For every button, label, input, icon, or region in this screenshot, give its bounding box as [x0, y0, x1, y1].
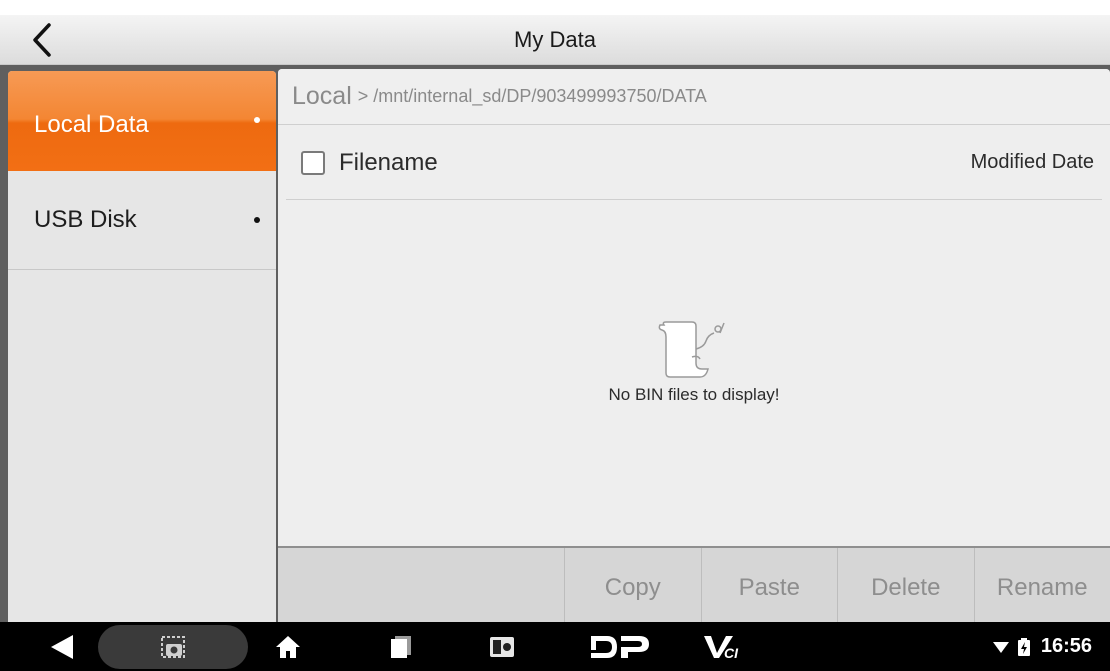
back-button[interactable] — [24, 21, 60, 59]
column-header-modified-date[interactable]: Modified Date — [971, 151, 1094, 174]
column-header-filename[interactable]: Filename — [339, 149, 438, 177]
app-icon — [490, 636, 514, 657]
screenshot-button[interactable] — [150, 622, 196, 671]
selection-dot-icon — [254, 117, 260, 123]
sidebar: Local Data USB Disk — [8, 71, 276, 622]
sidebar-item-usb-disk[interactable]: USB Disk — [8, 171, 276, 270]
vci-app-button[interactable]: CI — [700, 622, 750, 671]
dp-logo-icon — [591, 635, 649, 658]
breadcrumb-path: > /mnt/internal_sd/DP/903499993750/DATA — [357, 86, 707, 106]
clock: 16:56 — [1040, 635, 1092, 657]
nav-recents-button[interactable] — [383, 622, 419, 671]
battery-icon — [1017, 637, 1030, 656]
system-navigation-bar: CI 16:56 — [0, 622, 1110, 671]
sidebar-item-label: Local Data — [34, 111, 149, 138]
recents-icon — [391, 635, 411, 658]
sidebar-item-label: USB Disk — [34, 206, 137, 233]
dp-app-button[interactable] — [585, 622, 655, 671]
action-bar: Copy Paste Delete Rename — [278, 546, 1110, 622]
wifi-icon — [992, 641, 1009, 653]
page-title: My Data — [514, 27, 596, 52]
app-shortcut-button[interactable] — [484, 622, 520, 671]
selection-dot-icon — [254, 217, 260, 223]
copy-button[interactable]: Copy — [564, 548, 701, 622]
breadcrumb-root[interactable]: Local — [292, 82, 352, 111]
screenshot-icon — [161, 635, 185, 658]
back-icon — [51, 634, 73, 659]
rename-button[interactable]: Rename — [973, 548, 1110, 622]
file-list-header: Filename Modified Date — [286, 126, 1102, 200]
svg-text:CI: CI — [724, 645, 739, 661]
empty-document-icon — [658, 321, 725, 378]
vci-icon: CI — [704, 635, 739, 661]
main-area: Local Data USB Disk Local > /mnt/interna… — [0, 65, 1110, 622]
delete-button[interactable]: Delete — [837, 548, 974, 622]
breadcrumb: Local > /mnt/internal_sd/DP/903499993750… — [278, 69, 1110, 125]
top-header: My Data — [0, 15, 1110, 65]
status-area: 16:56 — [992, 622, 1092, 671]
empty-message: No BIN files to display! — [608, 385, 780, 404]
select-all-checkbox[interactable] — [301, 150, 325, 175]
empty-state: No BIN files to display! — [278, 201, 1110, 546]
paste-button[interactable]: Paste — [700, 548, 838, 622]
file-panel: Local > /mnt/internal_sd/DP/903499993750… — [278, 69, 1110, 622]
nav-home-button[interactable] — [268, 622, 308, 671]
home-icon — [276, 635, 300, 658]
chevron-left-icon — [33, 23, 51, 57]
nav-back-button[interactable] — [40, 622, 84, 671]
sidebar-item-local-data[interactable]: Local Data — [8, 71, 276, 171]
